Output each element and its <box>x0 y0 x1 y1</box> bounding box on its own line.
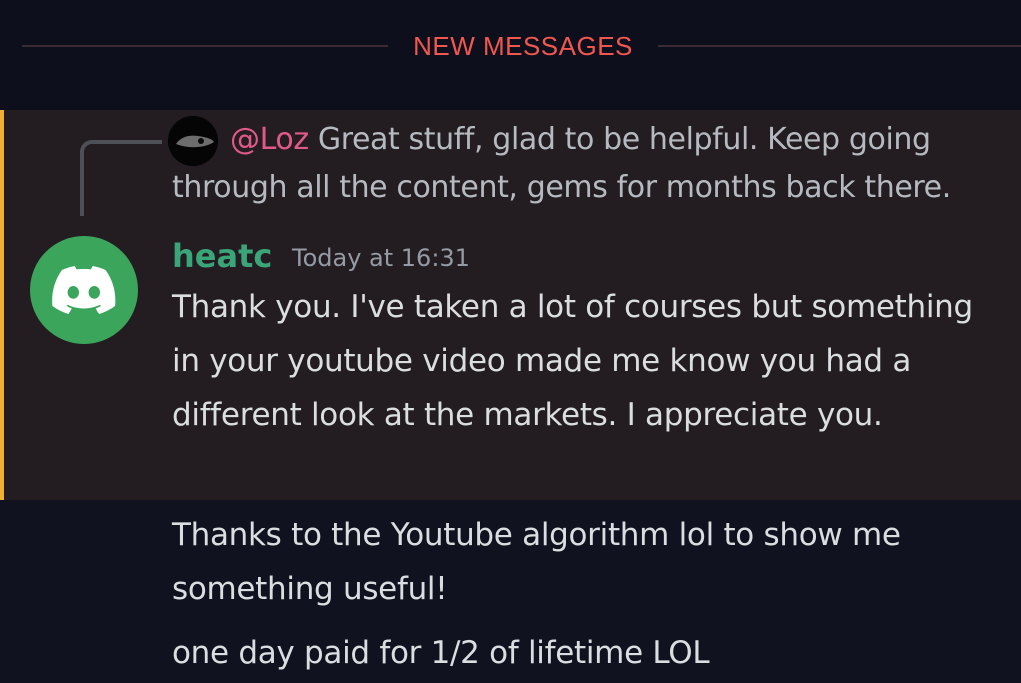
reply-mention[interactable]: @Loz <box>230 122 309 157</box>
divider-line-right <box>658 45 1021 47</box>
message-timestamp[interactable]: Today at 16:31 <box>292 240 470 276</box>
reply-preview[interactable]: @Loz Great stuff, glad to be helpful. Ke… <box>172 116 1012 212</box>
discord-logo-icon[interactable] <box>30 236 138 344</box>
new-messages-divider: NEW MESSAGES <box>22 28 1021 64</box>
chat-message-list: NEW MESSAGES @Loz Great stuff, glad to b… <box>0 0 1021 683</box>
divider-line-left <box>22 45 388 47</box>
mention-highlight-bar <box>0 110 4 500</box>
followup-message: Thanks to the Youtube algorithm lol to s… <box>172 517 901 607</box>
new-messages-label: NEW MESSAGES <box>413 31 633 61</box>
message-author[interactable]: heatc <box>172 234 272 278</box>
dark-avatar-icon[interactable] <box>168 116 218 166</box>
reply-spine <box>80 140 162 216</box>
followup-message: one day paid for 1/2 of lifetime LOL <box>172 635 710 671</box>
message-content: Thank you. I've taken a lot of courses b… <box>172 289 973 433</box>
